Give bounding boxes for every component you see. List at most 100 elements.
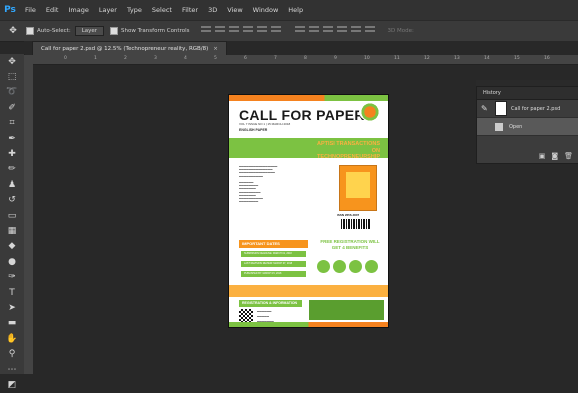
healing-icon[interactable]: ✚ — [0, 146, 24, 161]
history-state-open[interactable]: Open — [477, 118, 578, 136]
poster-bottom-bar — [229, 322, 388, 327]
poster-subtitle: VOL 7 ISSUE NO 1 | 15 MARCH 2018 — [239, 122, 291, 126]
registration-heading: REGISTRATION & INFORMATION — [239, 300, 302, 307]
menu-item-select[interactable]: Select — [147, 6, 177, 14]
blur-icon[interactable]: ◆ — [0, 239, 24, 254]
contact-line: ▬▬▬▬▬ — [257, 315, 269, 318]
marquee-icon[interactable]: ⬚ — [0, 69, 24, 84]
history-item-label: Call for paper 2.psd — [511, 105, 561, 112]
ruler-tick-label: 0 — [64, 56, 67, 61]
align-bottom-icon[interactable] — [271, 26, 282, 36]
document-canvas[interactable]: CALL FOR PAPER VOL 7 ISSUE NO 1 | 15 MAR… — [229, 95, 388, 327]
align-top-icon[interactable] — [243, 26, 254, 36]
zoom-icon[interactable]: ⚲ — [0, 346, 24, 361]
move-icon[interactable]: ✥ — [0, 54, 24, 69]
poster-banner-text: APTISI TRANSACTIONS ON TECHNOPRENEURSHIP — [317, 141, 380, 160]
align-left-icon[interactable] — [201, 26, 212, 36]
align-center-icon[interactable] — [215, 26, 226, 36]
poster-english-label: ENGLISH PAPER — [239, 128, 268, 132]
benefit-circle — [349, 260, 362, 273]
ruler-tick-label: 7 — [274, 56, 277, 61]
dodge-icon[interactable]: ● — [0, 254, 24, 269]
distribute-buttons[interactable] — [293, 26, 377, 36]
show-transform-checkbox[interactable] — [110, 27, 119, 35]
auto-select-label: Auto-Select: — [37, 28, 71, 34]
hand-icon[interactable]: ✋ — [0, 331, 24, 346]
distribute-6-icon[interactable] — [365, 26, 376, 36]
history-brush-icon[interactable]: ↺ — [0, 193, 24, 208]
ruler-tick-label: 8 — [304, 56, 307, 61]
menu-item-window[interactable]: Window — [248, 6, 284, 14]
menu-item-file[interactable]: File — [20, 6, 41, 14]
menu-item-image[interactable]: Image — [63, 6, 93, 14]
type-icon[interactable]: T — [0, 285, 24, 300]
shape-icon[interactable]: ▬ — [0, 316, 24, 331]
quick-select-icon[interactable]: ✐ — [0, 100, 24, 115]
poster-logo — [359, 103, 381, 121]
history-item-label: Open — [509, 123, 523, 130]
menu-item-edit[interactable]: Edit — [41, 6, 64, 14]
benefit-circle — [365, 260, 378, 273]
benefit-circle — [333, 260, 346, 273]
benefit-circle — [317, 260, 330, 273]
qr-code-image — [239, 309, 253, 323]
distribute-1-icon[interactable] — [295, 26, 306, 36]
menu-item-view[interactable]: View — [222, 6, 247, 14]
auto-select-checkbox[interactable] — [26, 27, 34, 35]
ruler-tick-label: 10 — [364, 56, 370, 61]
color-swatch-icon[interactable]: ◩ — [0, 377, 24, 392]
menu-item-type[interactable]: Type — [122, 6, 147, 14]
pen-icon[interactable]: ✑ — [0, 269, 24, 284]
ruler-tick-label: 12 — [424, 56, 430, 61]
history-brush-source-icon[interactable]: ✎ — [481, 104, 491, 113]
path-select-icon[interactable]: ➤ — [0, 300, 24, 315]
photoshop-logo: Ps — [4, 5, 16, 15]
journal-cover-image — [339, 165, 377, 211]
distribute-5-icon[interactable] — [351, 26, 362, 36]
ruler-tick-label: 15 — [514, 56, 520, 61]
distribute-4-icon[interactable] — [337, 26, 348, 36]
distribute-3-icon[interactable] — [323, 26, 334, 36]
new-document-from-state-icon[interactable]: ▣ — [539, 152, 546, 160]
eraser-icon[interactable]: ▭ — [0, 208, 24, 223]
ruler-tick-label: 16 — [544, 56, 550, 61]
poster-note-band — [229, 285, 388, 297]
menu-item-help[interactable]: Help — [283, 6, 308, 14]
history-panel-title[interactable]: History — [477, 87, 578, 100]
menu-bar: Ps File Edit Image Layer Type Select Filter 3D V… — [0, 0, 578, 20]
date-item: SUBMISSION DEADLINE: MARCH 01, 2018 — [241, 251, 306, 257]
menu-item-layer[interactable]: Layer — [94, 6, 122, 14]
clone-stamp-icon[interactable]: ♟ — [0, 177, 24, 192]
crop-icon[interactable]: ⌗ — [0, 116, 24, 131]
distribute-2-icon[interactable] — [309, 26, 320, 36]
options-bar: ✥ Auto-Select: Layer Show Transform Cont… — [0, 20, 578, 42]
auto-select-dropdown[interactable]: Layer — [74, 26, 105, 36]
poster-top-bar — [229, 95, 388, 101]
more-icon[interactable]: ⋯ — [0, 362, 24, 377]
free-registration-text: FREE REGISTRATION WILL GET 4 BENEFITS — [320, 239, 380, 250]
barcode-image — [341, 219, 371, 229]
trash-icon[interactable]: 🗑 — [564, 152, 573, 160]
lasso-icon[interactable]: ➰ — [0, 85, 24, 100]
document-tab-bar: Call for paper 2.psd @ 12.5% (Technopren… — [24, 41, 578, 57]
align-middle-icon[interactable] — [257, 26, 268, 36]
gradient-icon[interactable]: ▦ — [0, 223, 24, 238]
eyedropper-icon[interactable]: ✒ — [0, 131, 24, 146]
3d-mode-label: 3D Mode: — [387, 28, 414, 34]
align-right-icon[interactable] — [229, 26, 240, 36]
date-item: PUBLISHED BY: MARCH 15, 2018 — [241, 271, 306, 277]
document-icon — [495, 122, 503, 131]
brush-icon[interactable]: ✏ — [0, 162, 24, 177]
close-icon[interactable]: × — [213, 46, 218, 52]
poster-footer-logos — [309, 300, 384, 320]
align-buttons[interactable] — [199, 26, 283, 36]
ruler-tick-label: 1 — [94, 56, 97, 61]
move-tool-icon[interactable]: ✥ — [6, 24, 20, 38]
menu-item-3d[interactable]: 3D — [203, 6, 222, 14]
ruler-tick-label: 3 — [154, 56, 157, 61]
camera-snapshot-icon[interactable]: ◙ — [551, 152, 558, 160]
poster-issn: ISSN 2656-4807 — [337, 213, 360, 217]
history-snapshot[interactable]: ✎ Call for paper 2.psd — [477, 100, 578, 118]
document-tab-title: Call for paper 2.psd @ 12.5% (Technopren… — [41, 46, 209, 52]
menu-item-filter[interactable]: Filter — [177, 6, 203, 14]
